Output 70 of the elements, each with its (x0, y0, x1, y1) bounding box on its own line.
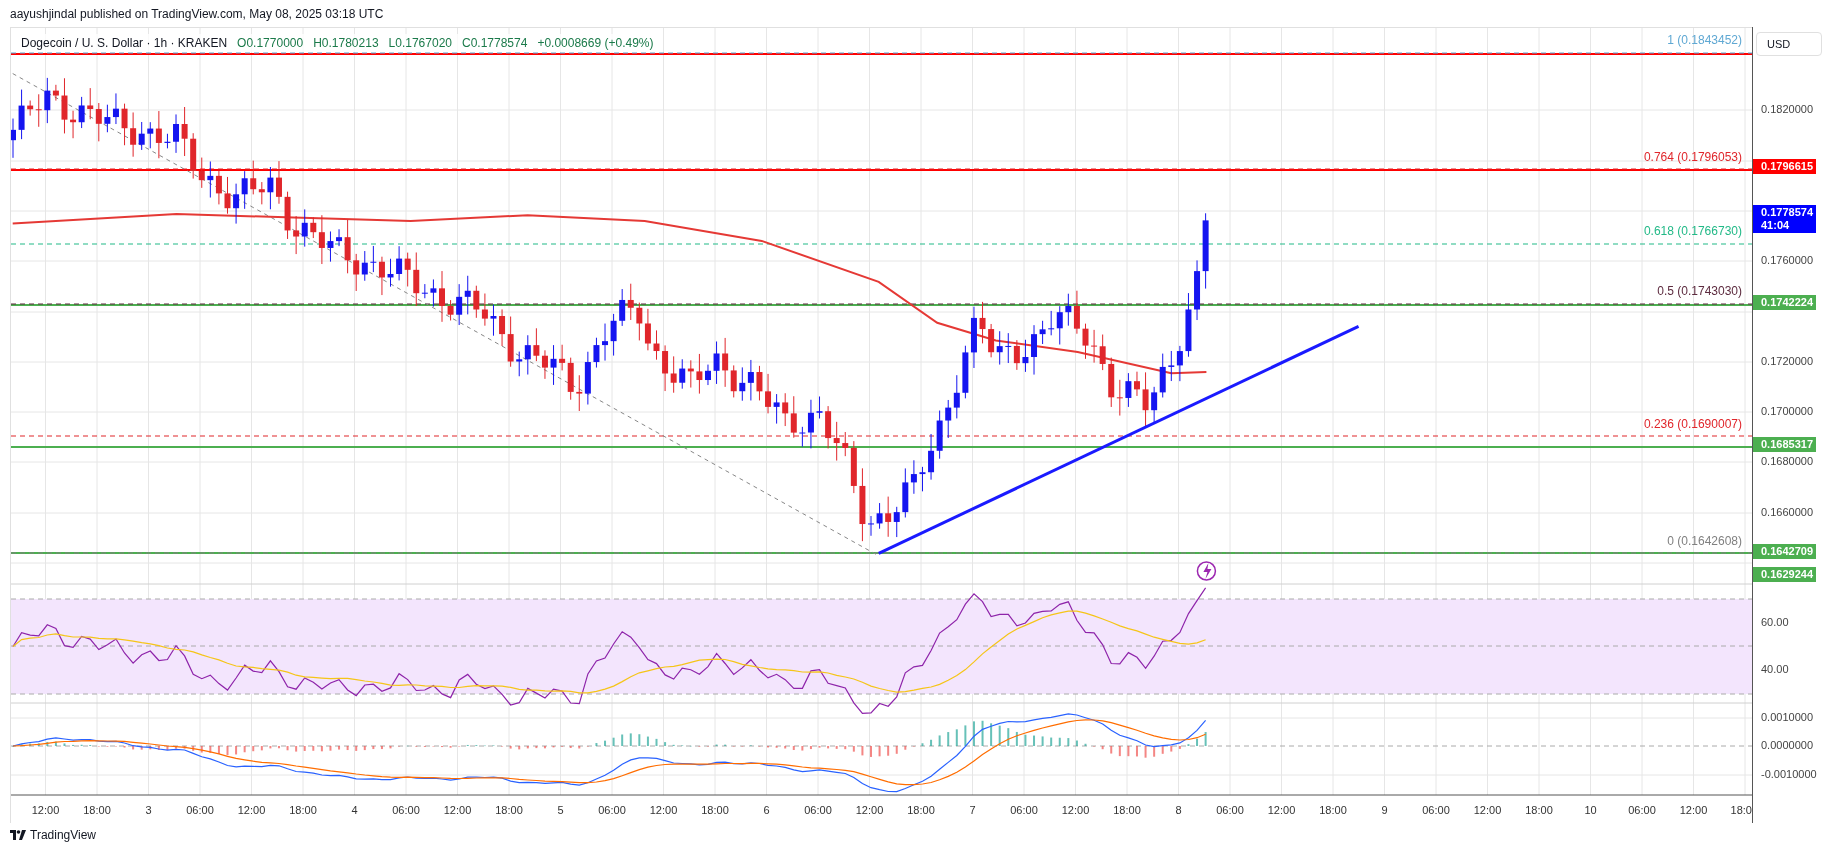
price-scale-label: 0.1700000 (1761, 405, 1813, 418)
fib-level-label: 0 (0.1642608) (1667, 534, 1742, 548)
time-label: 18:00 (1113, 804, 1141, 817)
time-label: 06:00 (1216, 804, 1244, 817)
ohlc-label: O (237, 35, 247, 52)
time-label: 12:00 (1679, 804, 1708, 817)
time-label: 12:00 (237, 804, 266, 817)
time-label: 12:00 (1473, 804, 1502, 817)
time-label: 5 (557, 804, 564, 817)
fib-level-label: 0.618 (0.1766730) (1643, 224, 1742, 238)
time-label: 06:00 (186, 804, 214, 817)
ohlc-value: 0.1767020 (395, 35, 452, 52)
ohlc-value: 0.1778574 (470, 35, 528, 52)
currency-button[interactable]: USD (1756, 32, 1822, 56)
time-label: 12:00 (31, 804, 60, 817)
fib-level-label: 0.764 (0.1796053) (1643, 150, 1742, 164)
time-label: 06:00 (804, 804, 832, 817)
price-tag: 0.1629244 (1753, 567, 1816, 582)
ohlc-value: 0.1770000 (246, 35, 304, 52)
price-scale-label: 0.1680000 (1761, 455, 1813, 468)
price-change: +0.0008669 (+0.49%) (537, 35, 654, 52)
time-label: 7 (969, 804, 976, 817)
price-tag: 0.1742224 (1753, 295, 1816, 310)
byline: aayushjindal published on TradingView.com, May 08, 2025 03:18 UTC (10, 5, 384, 23)
time-label: 18:00 (1525, 804, 1553, 817)
macd-scale-label: -0.0010000 (1761, 768, 1817, 781)
time-label: 12:00 (855, 804, 884, 817)
time-label: 18:00 (495, 804, 523, 817)
macd-scale-label: 0.0000000 (1761, 739, 1813, 752)
fib-level-label: 0.236 (0.1690007) (1643, 417, 1742, 431)
time-label: 18:00 (83, 804, 111, 817)
time-label: 06:00 (392, 804, 420, 817)
price-tag: 0.1642709 (1753, 544, 1816, 559)
time-label: 12:00 (649, 804, 678, 817)
ohlc-label: C (462, 35, 471, 52)
time-label: 06:00 (1628, 804, 1656, 817)
time-label: 10 (1584, 804, 1597, 817)
fib-level-label: 1 (0.1843452) (1667, 33, 1742, 47)
time-label: 18:00 (907, 804, 935, 817)
time-label: 06:00 (598, 804, 626, 817)
price-scale-label: 0.1760000 (1761, 254, 1813, 267)
time-label: 06:00 (1422, 804, 1450, 817)
ohlc-value: 0.1780213 (321, 35, 379, 52)
time-label: 12:00 (1267, 804, 1296, 817)
ohlc-label: H (313, 35, 322, 52)
brand-name: TradingView (30, 827, 97, 844)
fib-level-label: 0.5 (0.1743030) (1657, 284, 1742, 298)
time-label: 06:00 (1010, 804, 1038, 817)
rsi-scale-label: 60.00 (1761, 616, 1789, 629)
price-tag: 0.1685317 (1753, 437, 1816, 452)
time-label: 12:00 (1061, 804, 1090, 817)
time-label: 3 (145, 804, 152, 817)
ohlc-label: L (388, 35, 396, 52)
time-label: 6 (763, 804, 770, 817)
time-label: 4 (351, 804, 358, 817)
rsi-scale-label: 40.00 (1761, 663, 1789, 676)
symbol-title: Dogecoin / U. S. Dollar · 1h · KRAKEN (21, 35, 228, 52)
time-label: 12:00 (443, 804, 472, 817)
price-scale-label: 0.1660000 (1761, 506, 1813, 519)
macd-scale-label: 0.0010000 (1761, 711, 1813, 724)
time-label: 8 (1175, 804, 1182, 817)
price-scale-label: 0.1720000 (1761, 355, 1813, 368)
time-label: 9 (1381, 804, 1388, 817)
price-tag: 0.1796615 (1753, 159, 1816, 174)
time-label: 18:00 (1319, 804, 1347, 817)
time-label: 18:00 (701, 804, 729, 817)
price-scale-label: 0.1820000 (1761, 103, 1813, 116)
price-tag: 0.1778574 41:04 (1753, 205, 1816, 233)
time-label: 18:0 (1730, 804, 1752, 817)
time-label: 18:00 (289, 804, 317, 817)
